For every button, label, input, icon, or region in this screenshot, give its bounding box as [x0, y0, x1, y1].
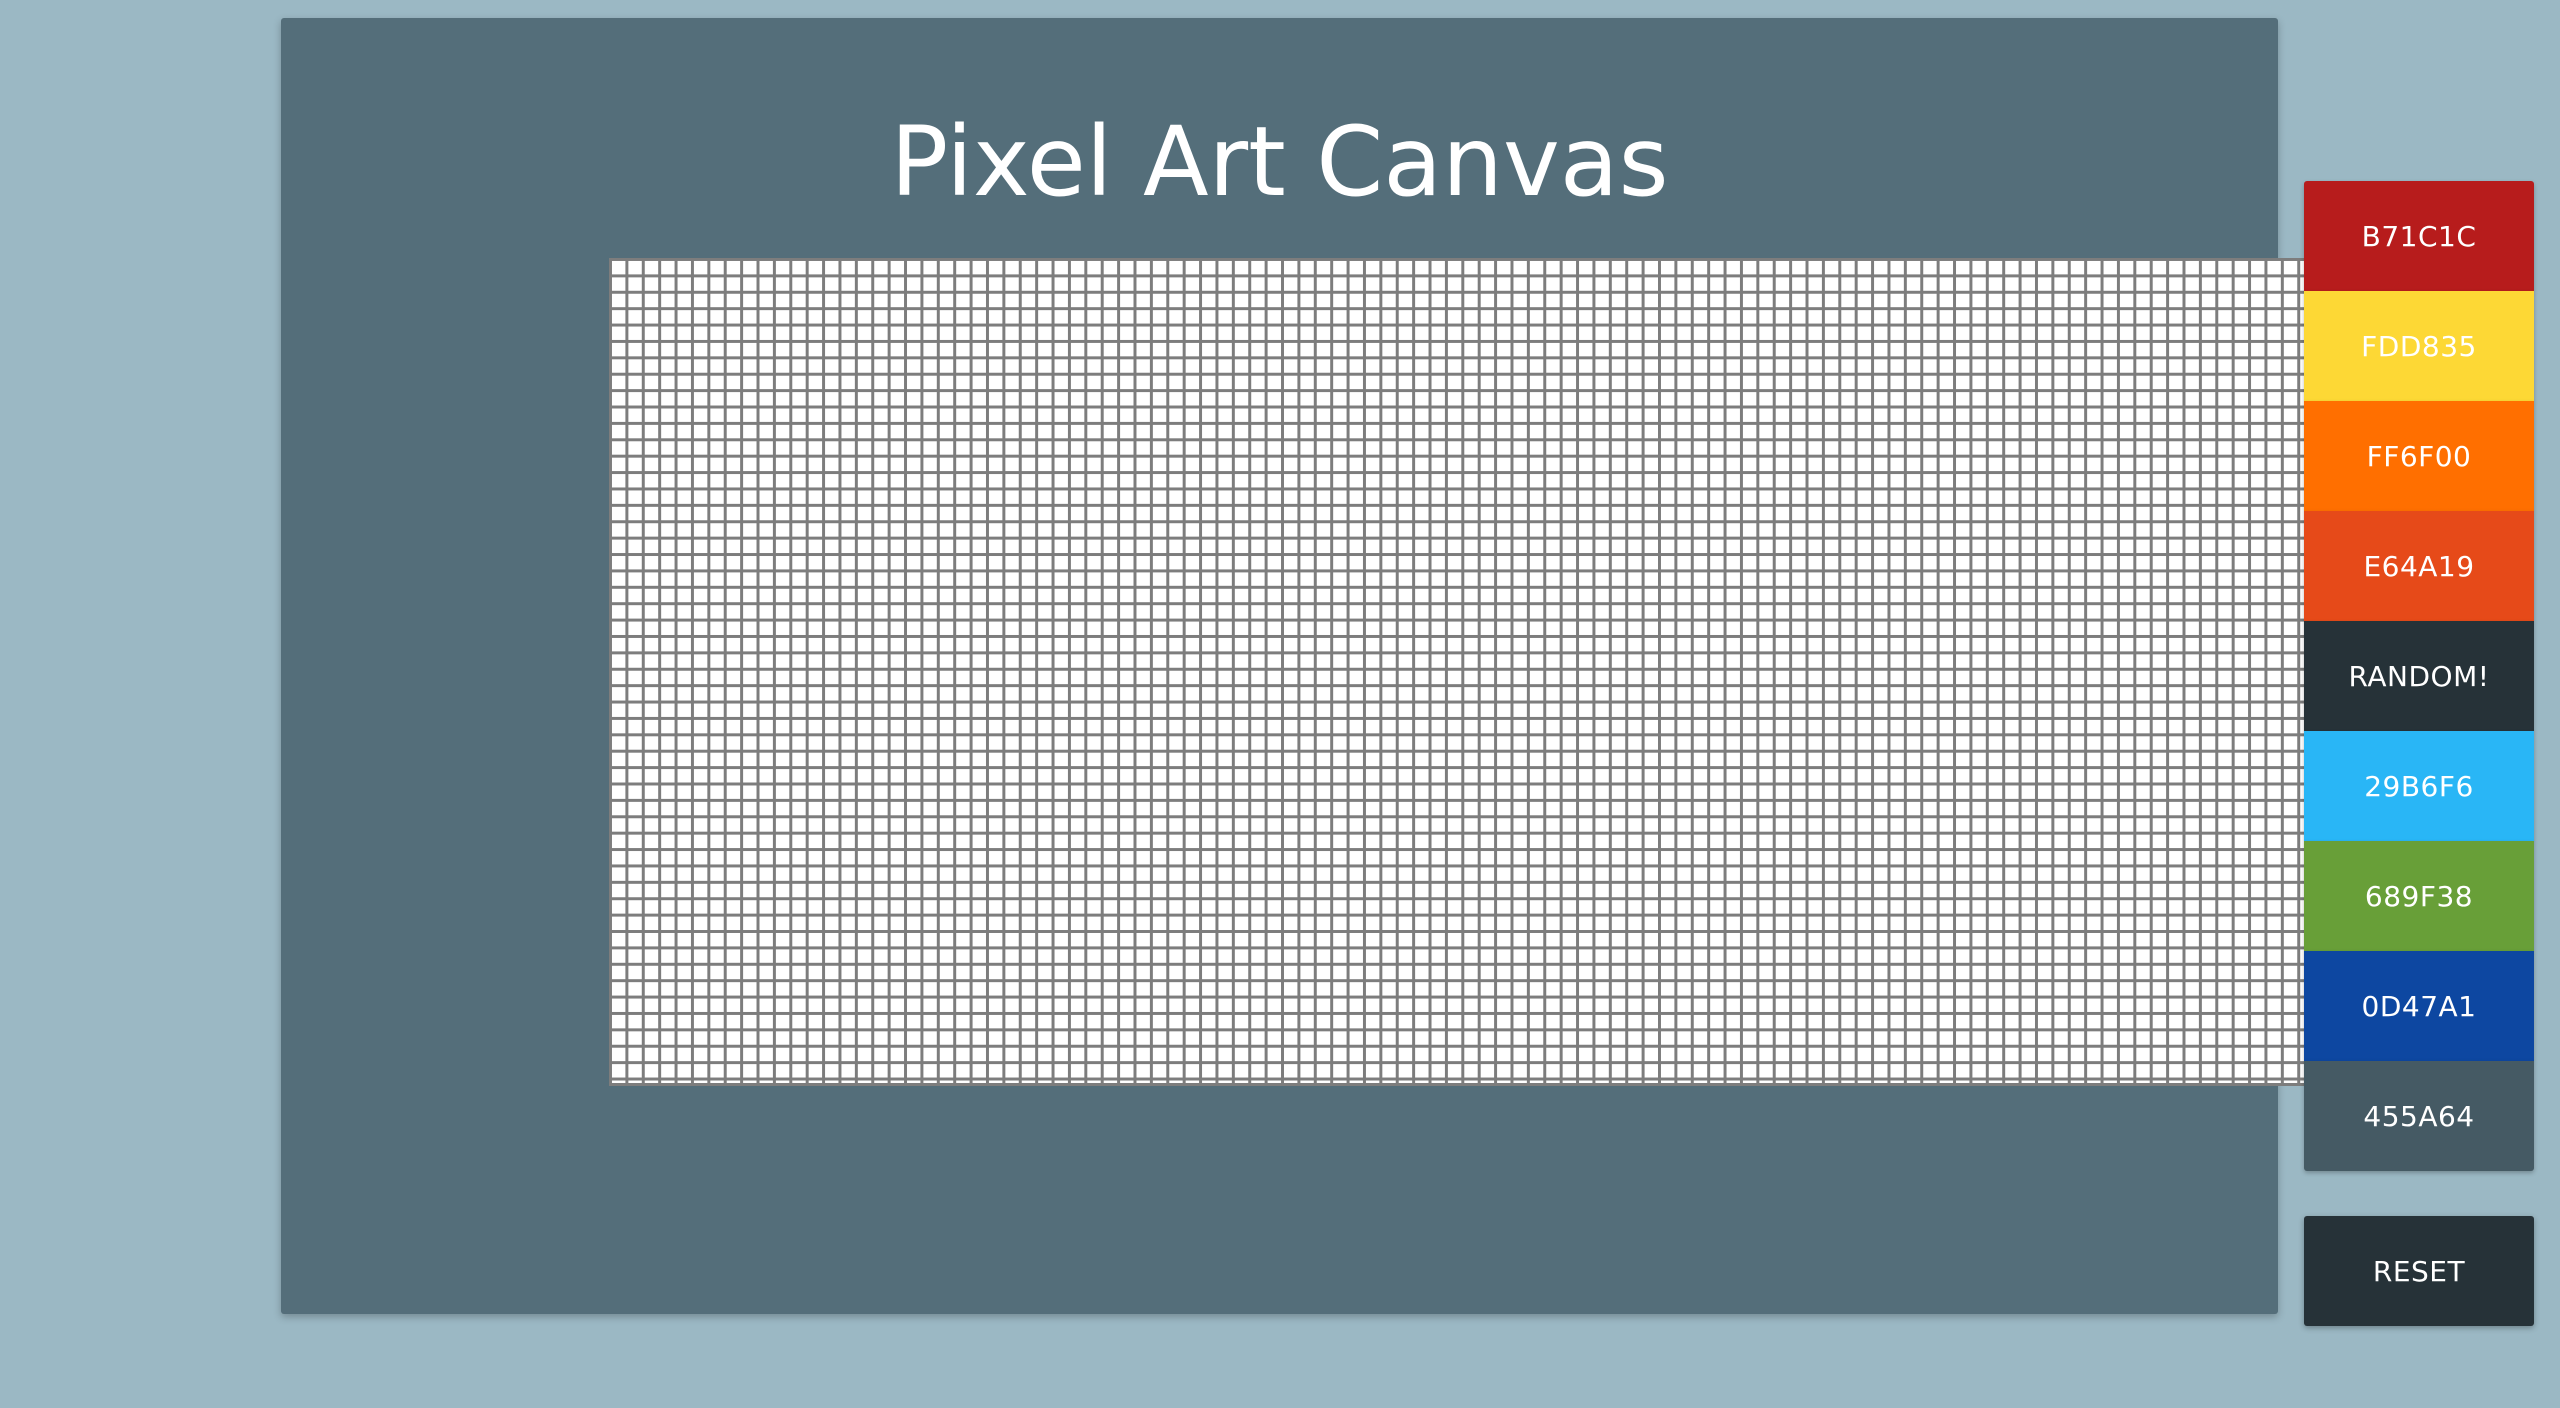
swatch-label: FDD835 [2361, 329, 2477, 363]
swatch-689f38[interactable]: 689F38 [2304, 841, 2534, 951]
page-title: Pixel Art Canvas [890, 106, 1669, 218]
swatch-ff6f00[interactable]: FF6F00 [2304, 401, 2534, 511]
swatch-label: RANDOM! [2348, 659, 2490, 693]
swatch-label: B71C1C [2361, 219, 2477, 253]
reset-label: RESET [2372, 1254, 2466, 1288]
swatch-label: E64A19 [2363, 549, 2475, 583]
swatch-29b6f6[interactable]: 29B6F6 [2304, 731, 2534, 841]
swatch-0d47a1[interactable]: 0D47A1 [2304, 951, 2534, 1061]
swatch-455a64[interactable]: 455A64 [2304, 1061, 2534, 1171]
swatch-label: 689F38 [2364, 879, 2474, 913]
swatch-label: 29B6F6 [2364, 769, 2474, 803]
swatch-fdd835[interactable]: FDD835 [2304, 291, 2534, 401]
color-palette: B71C1C FDD835 FF6F00 E64A19 RANDOM! 29B6… [2304, 181, 2534, 1171]
swatch-e64a19[interactable]: E64A19 [2304, 511, 2534, 621]
swatch-label: FF6F00 [2366, 439, 2472, 473]
pixel-grid-canvas[interactable] [609, 258, 2512, 1086]
swatch-label: 455A64 [2363, 1099, 2475, 1133]
reset-button[interactable]: RESET [2304, 1216, 2534, 1326]
random-color-button[interactable]: RANDOM! [2304, 621, 2534, 731]
swatch-b71c1c[interactable]: B71C1C [2304, 181, 2534, 291]
swatch-label: 0D47A1 [2361, 989, 2477, 1023]
canvas-panel: Pixel Art Canvas [281, 18, 2512, 1314]
